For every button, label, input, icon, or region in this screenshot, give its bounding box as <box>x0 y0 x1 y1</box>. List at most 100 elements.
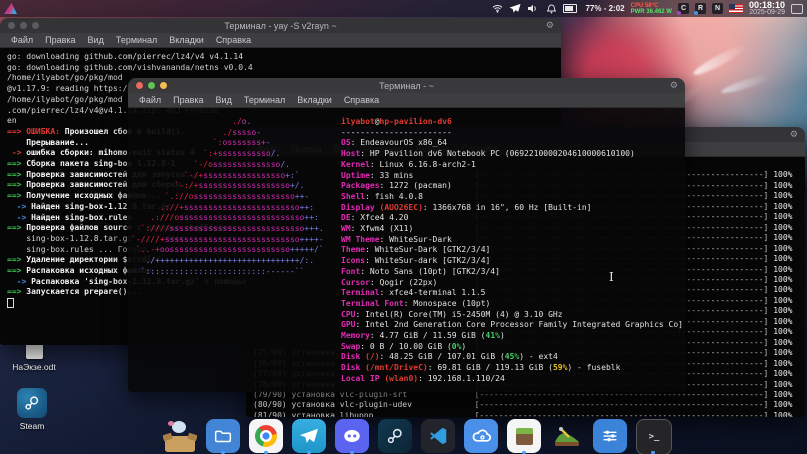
terminal-line: OS: EndeavourOS x86_64 <box>341 138 683 149</box>
ascii-logo-line: `:////ssssssssssssssssssssssssssso+++. <box>131 224 324 235</box>
endeavouros-ascii-logo: ./o. ./sssso- `:osssssss+- `:+ssssssssss… <box>131 117 324 278</box>
ascii-logo-line: .:///ossssssssssssssssssssssssso++: <box>131 213 324 224</box>
wifi-icon[interactable] <box>491 3 503 15</box>
show-desktop-button[interactable] <box>791 4 803 14</box>
ascii-logo-line: `..-+oosssssssssssssssssssssssso+++++/` <box>131 245 324 256</box>
menu-Вкладки[interactable]: Вкладки <box>292 95 337 105</box>
menu-Терминал[interactable]: Терминал <box>239 95 290 105</box>
terminal-line: Theme: WhiteSur-Dark [GTK2/3/4] <box>341 245 683 256</box>
battery-icon[interactable] <box>563 3 579 15</box>
dock-item-anime-box-app[interactable] <box>163 419 197 453</box>
gear-icon[interactable]: ⚙ <box>790 130 798 140</box>
terminal-line: Terminal: xfce4-terminal 1.1.5 <box>341 288 683 299</box>
tray-app-n-icon[interactable]: N <box>712 3 723 14</box>
clock-date: 2025-09-29 <box>749 9 785 17</box>
chrome-icon <box>249 419 283 453</box>
dock-item-settings[interactable] <box>593 419 627 453</box>
terminal-line: Uptime: 33 mins <box>341 171 683 182</box>
window-title: Терминал - yay -S v2rayn ~ <box>0 21 561 31</box>
dock-item-cloud-app[interactable] <box>464 419 498 453</box>
menu-Вид[interactable]: Вид <box>83 35 109 45</box>
ascii-logo-line: ./o. <box>131 117 324 128</box>
terminal-line: Swap: 0 B / 10.00 GiB (0%) <box>341 342 683 353</box>
tray-app-r-icon[interactable]: R <box>695 3 706 14</box>
ascii-logo-line: `:osssssss+- <box>131 138 324 149</box>
terminal-line: Local IP (wlan0): 192.168.1.110/24 <box>341 374 683 385</box>
gear-icon[interactable]: ⚙ <box>670 81 678 91</box>
gear-icon[interactable]: ⚙ <box>546 21 554 31</box>
terrain-launcher-icon <box>550 419 584 453</box>
titlebar[interactable]: Терминал - yay -S v2rayn ~ ⚙ <box>0 18 561 33</box>
desktop-icon-steam[interactable]: Steam <box>2 388 62 431</box>
terminal-line: go: downloading github.com/vishvananda/n… <box>7 63 561 74</box>
terminal-window-fastfetch[interactable]: Терминал - ~ ⚙ ФайлПравкаВидТерминалВкла… <box>128 78 685 392</box>
terminal-line: Disk (/mnt/DriveC): 69.81 GiB / 119.13 G… <box>341 363 683 374</box>
dock-item-steam[interactable] <box>378 419 412 453</box>
volume-icon[interactable] <box>527 3 539 15</box>
pacman-progress-line: (81/90) установка libupnp [-------------… <box>253 411 805 417</box>
menu-Правка[interactable]: Правка <box>40 35 80 45</box>
terminal-line: WM: Xfwm4 (X11) <box>341 224 683 235</box>
terminal-line: Disk (/): 48.25 GiB / 107.01 GiB (45%) -… <box>341 352 683 363</box>
discord-icon <box>335 419 369 453</box>
terminal-line: Cursor: Qogir (22px) <box>341 278 683 289</box>
paper-plane-tray-icon[interactable] <box>509 3 521 15</box>
titlebar[interactable]: Терминал - ~ ⚙ <box>128 78 685 93</box>
steam-icon <box>378 419 412 453</box>
dock-item-file-manager[interactable] <box>206 419 240 453</box>
desktop-icon-label: Steam <box>20 421 45 431</box>
endeavouros-menu-icon[interactable] <box>4 3 17 14</box>
desktop-file-label: НаЭкзе.odt <box>12 362 56 372</box>
us-flag-keyboard-layout-icon[interactable] <box>729 4 743 13</box>
terminal-line: WM Theme: WhiteSur-Dark <box>341 235 683 246</box>
menu-Вкладки[interactable]: Вкладки <box>164 35 209 45</box>
menu-Файл[interactable]: Файл <box>134 95 166 105</box>
dock-item-terrain-launcher[interactable] <box>550 419 584 453</box>
menu-Файл[interactable]: Файл <box>6 35 38 45</box>
ascii-logo-line: ./sssso- <box>131 128 324 139</box>
dock-item-discord[interactable] <box>335 419 369 453</box>
notification-bell-icon[interactable] <box>545 3 557 15</box>
desktop-screen: 77% - 2:02 CPU 58°C PWR 36.462 W C R N 0… <box>0 0 807 454</box>
menu-Терминал[interactable]: Терминал <box>111 35 162 45</box>
ascii-logo-line: `:::::::::::::::::::::::::------`` <box>131 267 324 278</box>
cloud-icon <box>464 419 498 453</box>
terminal-line: Packages: 1272 (pacman) <box>341 181 683 192</box>
clock-time: 00:18:10 <box>749 1 785 9</box>
battery-status[interactable]: 77% - 2:02 <box>585 4 624 13</box>
menubar: ФайлПравкаВидТерминалВкладкиСправка <box>128 93 685 108</box>
dock-item-terminal[interactable]: >_ <box>636 419 670 453</box>
wallpaper-feather <box>720 72 772 96</box>
telegram-icon <box>292 419 326 453</box>
terminal-line: DE: Xfce4 4.20 <box>341 213 683 224</box>
dock-item-telegram[interactable] <box>292 419 326 453</box>
dock-item-vscode[interactable] <box>421 419 455 453</box>
terminal-output[interactable]: ./o. ./sssso- `:osssssss+- `:+ssssssssss… <box>128 108 685 392</box>
menu-Вид[interactable]: Вид <box>211 95 237 105</box>
fastfetch-info: ilyabot@hp-pavilion-dv6-----------------… <box>341 117 683 385</box>
terminal-line: Host: HP Pavilion dv6 Notebook PC (06922… <box>341 149 683 160</box>
sensor-plugin[interactable]: CPU 58°C PWR 36.462 W <box>631 3 672 15</box>
terminal-line: Font: Noto Sans (10pt) [GTK2/3/4] <box>341 267 683 278</box>
terminal-line: CPU: Intel(R) Core(TM) i5-2450M (4) @ 3.… <box>341 310 683 321</box>
tray-dot <box>677 11 681 15</box>
ascii-logo-line: `-////+ssssssssssssssssssssssssssso++++- <box>131 235 324 246</box>
ascii-logo-line: .://+ssssssssssssssssssssssso++: <box>131 203 324 214</box>
dock-item-chrome[interactable] <box>249 419 283 453</box>
ascii-logo-line: `:+sssssssssso/. <box>131 149 324 160</box>
ascii-logo-line: `-/+sssssssssssssssso+:` <box>131 171 324 182</box>
menu-Правка[interactable]: Правка <box>168 95 208 105</box>
clock-widget[interactable]: 00:18:10 2025-09-29 <box>749 1 785 17</box>
terminal-line: Memory: 4.77 GiB / 11.59 GiB (41%) <box>341 331 683 342</box>
menu-Справка[interactable]: Справка <box>211 35 256 45</box>
menu-Справка[interactable]: Справка <box>339 95 384 105</box>
dock-item-minecraft[interactable] <box>507 419 541 453</box>
steam-icon <box>17 388 47 418</box>
top-panel: 77% - 2:02 CPU 58°C PWR 36.462 W C R N 0… <box>0 0 807 17</box>
tray-app-c-icon[interactable]: C <box>678 3 689 14</box>
terminal-line: ilyabot@hp-pavilion-dv6 <box>341 117 683 128</box>
terminal-line: Shell: fish 4.0.8 <box>341 192 683 203</box>
terminal-line: Terminal Font: Monospace (10pt) <box>341 299 683 310</box>
terminal-icon: >_ <box>636 419 672 454</box>
mouse-ibeam-cursor: I <box>609 270 614 284</box>
